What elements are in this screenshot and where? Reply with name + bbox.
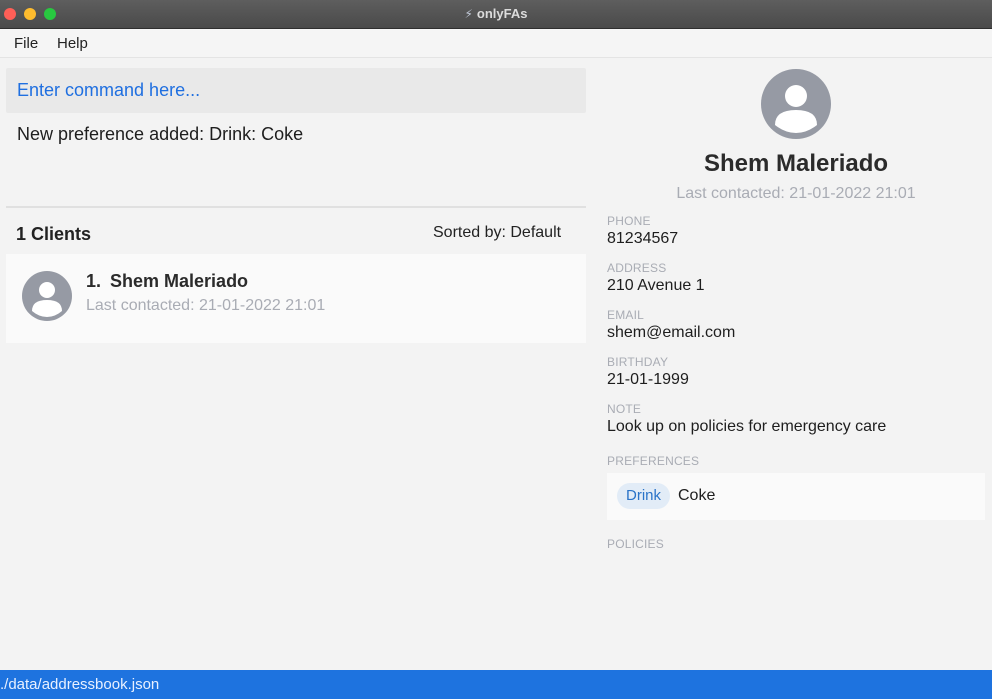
- window-title-wrap: ⚡ onlyFAs: [0, 6, 992, 21]
- preference-value: Coke: [678, 487, 716, 504]
- client-name-wrap: 1. Shem Maleriado: [86, 271, 248, 292]
- phone-value: 81234567: [607, 230, 679, 247]
- client-count: 1 Clients: [16, 224, 92, 244]
- result-message: New preference added: Drink: Coke: [17, 124, 304, 144]
- address-label: ADDRESS: [607, 261, 667, 275]
- sort-indicator: Sorted by: Default: [433, 224, 562, 241]
- phone-label: PHONE: [607, 214, 651, 228]
- note-value: Look up on policies for emergency care: [607, 418, 887, 435]
- birthday-label: BIRTHDAY: [607, 355, 669, 369]
- menu-file[interactable]: File: [14, 35, 38, 52]
- app-logo-icon: ⚡: [464, 7, 473, 21]
- email-value: shem@email.com: [607, 324, 736, 341]
- client-name: Shem Maleriado: [110, 271, 249, 291]
- policies-label: POLICIES: [607, 537, 664, 551]
- detail-name: Shem Maleriado: [703, 150, 889, 177]
- avatar-icon: [22, 271, 72, 321]
- address-value: 210 Avenue 1: [607, 277, 705, 294]
- client-list-item[interactable]: 1. Shem Maleriado Last contacted: 21-01-2…: [6, 254, 586, 343]
- birthday-value: 21-01-1999: [607, 371, 689, 388]
- preferences-box: Drink Coke: [607, 473, 985, 520]
- data-file-path: ./data/addressbook.json: [0, 676, 160, 693]
- email-label: EMAIL: [607, 308, 645, 322]
- divider: [6, 206, 586, 208]
- window-title: onlyFAs: [476, 6, 528, 21]
- profile-avatar-icon: [761, 69, 831, 139]
- client-last-contacted: Last contacted: 21-01-2022 21:01: [86, 297, 326, 314]
- menu-help[interactable]: Help: [57, 35, 88, 52]
- preference-category-tag: Drink: [617, 483, 671, 509]
- command-box: [6, 68, 586, 113]
- status-bar: ./data/addressbook.json: [0, 670, 992, 699]
- menu-bar: File Help: [0, 29, 992, 58]
- command-input[interactable]: [6, 68, 586, 113]
- detail-last-contacted: Last contacted: 21-01-2022 21:01: [676, 185, 916, 202]
- title-bar: ⚡ onlyFAs: [0, 0, 992, 29]
- client-index: 1.: [86, 271, 102, 291]
- preferences-label: PREFERENCES: [607, 454, 700, 468]
- note-label: NOTE: [607, 402, 642, 416]
